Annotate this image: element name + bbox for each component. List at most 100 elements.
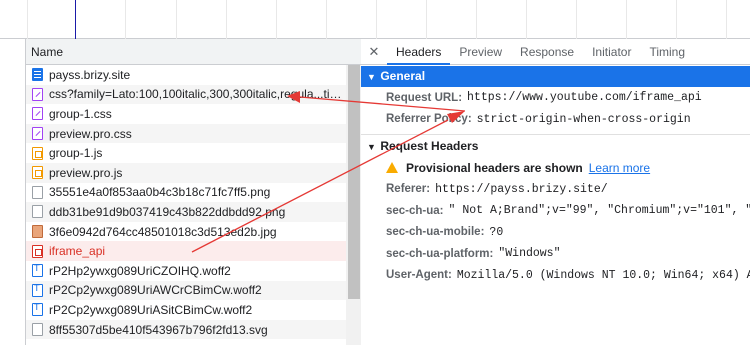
tab-initiator[interactable]: Initiator xyxy=(583,39,640,64)
timeline-gridline xyxy=(376,0,377,39)
timeline-gridline xyxy=(726,0,727,39)
request-list-scrollbar[interactable] xyxy=(346,65,362,345)
referrer-policy-row: Referrer Policy: strict-origin-when-cros… xyxy=(361,109,750,131)
timeline-gridline xyxy=(626,0,627,39)
request-row[interactable]: iframe_api xyxy=(26,241,346,261)
header-key: sec-ch-ua-mobile: xyxy=(386,226,485,239)
header-value: " Not A;Brand";v="99", "Chromium";v="101… xyxy=(448,204,750,218)
timeline-gridline xyxy=(476,0,477,39)
request-row[interactable]: 3f6e0942d764cc48501018c3d513ed2b.jpg xyxy=(26,222,346,242)
request-name: payss.brizy.site xyxy=(49,67,131,82)
request-row[interactable]: rP2Cp2ywxg089UriASitCBimCw.woff2 xyxy=(26,300,346,320)
tab-timing[interactable]: Timing xyxy=(640,39,694,64)
learn-more-link[interactable]: Learn more xyxy=(589,161,650,175)
request-name: 3f6e0942d764cc48501018c3d513ed2b.jpg xyxy=(49,224,277,239)
header-key: sec-ch-ua: xyxy=(386,204,444,217)
request-name: 35551e4a0f853aa0b4c3b18c71fc7ff5.png xyxy=(49,185,271,200)
image-icon xyxy=(32,185,43,199)
script-icon xyxy=(32,166,43,180)
request-header-row: sec-ch-ua: " Not A;Brand";v="99", "Chromi… xyxy=(361,200,750,222)
request-row[interactable]: preview.pro.js xyxy=(26,162,346,183)
tab-headers[interactable]: Headers xyxy=(387,39,451,65)
request-header-row: sec-ch-ua-mobile: ?0 xyxy=(361,222,750,244)
request-name: group-1.js xyxy=(49,146,103,161)
request-row[interactable]: 35551e4a0f853aa0b4c3b18c71fc7ff5.png xyxy=(26,183,346,203)
request-table: Name payss.brizy.site css?family=Lato:100… xyxy=(25,39,362,345)
warning-icon xyxy=(386,162,398,174)
request-name: rP2Cp2ywxg089UriASitCBimCw.woff2 xyxy=(49,302,253,317)
request-name: iframe_api xyxy=(49,244,106,259)
tab-response[interactable]: Response xyxy=(511,39,583,64)
request-details-pane: ✕ Headers Preview Response Initiator Tim… xyxy=(361,39,750,345)
svg-icon xyxy=(32,323,43,337)
timeline-gridline xyxy=(676,0,677,39)
request-name: rP2Cp2ywxg089UriAWCrCBimCw.woff2 xyxy=(49,283,262,298)
stylesheet-icon xyxy=(32,107,43,121)
scrollbar-thumb[interactable] xyxy=(348,65,360,299)
column-header-name[interactable]: Name xyxy=(26,39,361,65)
header-value: ?0 xyxy=(489,225,504,239)
request-list-pane: Name payss.brizy.site css?family=Lato:100… xyxy=(0,39,362,345)
blank-file-icon xyxy=(32,205,43,219)
request-header-row: User-Agent: Mozilla/5.0 (Windows NT 10.0;… xyxy=(361,265,750,287)
stylesheet-icon xyxy=(32,127,43,141)
request-row[interactable]: group-1.css xyxy=(26,104,346,124)
referrer-policy-label: Referrer Policy: xyxy=(386,113,472,126)
request-url-row: Request URL: https://www.youtube.com/ifr… xyxy=(361,87,750,109)
request-name: ddb31be91d9b037419c43b822ddbdd92.png xyxy=(49,204,286,219)
referrer-policy-value: strict-origin-when-cross-origin xyxy=(476,112,691,126)
header-value: https://payss.brizy.site/ xyxy=(435,182,608,196)
request-row[interactable]: rP2Cp2ywxg089UriAWCrCBimCw.woff2 xyxy=(26,280,346,301)
stylesheet-icon xyxy=(32,87,43,101)
request-headers-section-header[interactable]: ▼ Request Headers xyxy=(361,135,750,157)
timeline-gridline xyxy=(176,0,177,39)
header-key: sec-ch-ua-platform: xyxy=(386,247,494,260)
network-timeline-overview[interactable] xyxy=(0,0,750,39)
timeline-gridline xyxy=(125,0,126,39)
script-error-icon xyxy=(32,244,43,258)
timeline-gridline xyxy=(226,0,227,39)
request-row[interactable]: group-1.js xyxy=(26,143,346,163)
request-name: rP2Hp2ywxg089UriCZOIHQ.woff2 xyxy=(49,263,231,278)
expand-triangle-icon: ▼ xyxy=(367,72,376,82)
general-section-header[interactable]: ▼ General xyxy=(361,66,750,87)
provisional-headers-text: Provisional headers are shown xyxy=(406,160,583,175)
document-icon xyxy=(32,68,43,82)
list-gutter xyxy=(0,39,25,345)
request-row[interactable]: rP2Hp2ywxg089UriCZOIHQ.woff2 xyxy=(26,261,346,281)
request-row[interactable]: css?family=Lato:100,100italic,300,300ita… xyxy=(26,84,346,105)
request-name: css?family=Lato:100,100italic,300,300ita… xyxy=(49,87,346,102)
request-name: preview.pro.js xyxy=(49,165,123,180)
timeline-gridline xyxy=(27,0,28,39)
details-tabbar: ✕ Headers Preview Response Initiator Tim… xyxy=(361,39,750,65)
request-name: 8ff55307d5be410f543967b796f2fd13.svg xyxy=(49,322,268,337)
header-key: User-Agent: xyxy=(386,269,452,282)
timeline-gridline xyxy=(276,0,277,39)
request-header-row: Referer: https://payss.brizy.site/ xyxy=(361,179,750,201)
header-value: "Windows" xyxy=(498,247,561,261)
timeline-marker xyxy=(75,0,76,39)
request-header-row: sec-ch-ua-platform: "Windows" xyxy=(361,243,750,265)
photo-icon xyxy=(32,225,43,239)
request-name: group-1.css xyxy=(49,106,112,121)
request-name: preview.pro.css xyxy=(49,126,132,141)
request-headers-list: Referer: https://payss.brizy.site/sec-ch-… xyxy=(361,179,750,287)
request-row[interactable]: 8ff55307d5be410f543967b796f2fd13.svg xyxy=(26,319,346,340)
request-rows: payss.brizy.site css?family=Lato:100,100i… xyxy=(26,65,346,340)
request-headers-title: Request Headers xyxy=(380,139,479,153)
request-row[interactable]: preview.pro.css xyxy=(26,123,346,144)
tab-preview[interactable]: Preview xyxy=(450,39,511,64)
request-row[interactable]: ddb31be91d9b037419c43b822ddbdd92.png xyxy=(26,202,346,222)
close-details-icon[interactable]: ✕ xyxy=(361,39,387,64)
header-value: Mozilla/5.0 (Windows NT 10.0; Win64; x64… xyxy=(456,268,750,282)
general-section-title: General xyxy=(380,69,426,83)
font-icon xyxy=(32,303,43,317)
timeline-gridline xyxy=(526,0,527,39)
request-row[interactable]: payss.brizy.site xyxy=(26,65,346,85)
timeline-gridline xyxy=(576,0,577,39)
provisional-headers-notice: Provisional headers are shown Learn more xyxy=(361,157,750,179)
timeline-gridline xyxy=(326,0,327,39)
expand-triangle-icon: ▼ xyxy=(367,142,376,152)
timeline-gridline xyxy=(426,0,427,39)
font-icon xyxy=(32,264,43,278)
